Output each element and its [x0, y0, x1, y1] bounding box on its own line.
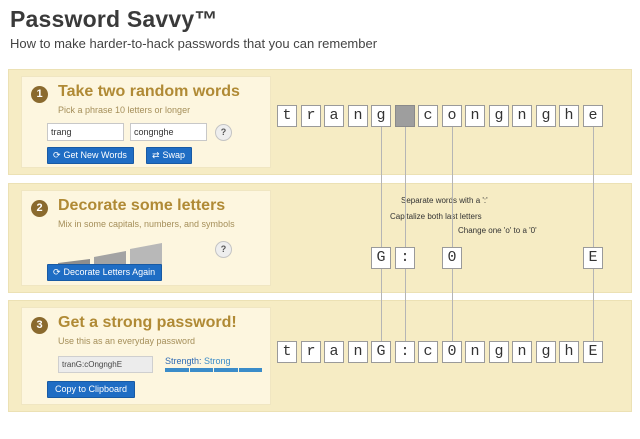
decorate-again-button[interactable]: ⟳ Decorate Letters Again	[47, 264, 163, 281]
step1-hint: Pick a phrase 10 letters or longer	[58, 105, 191, 115]
refresh-icon: ⟳	[53, 267, 61, 277]
get-new-words-label: Get New Words	[63, 150, 127, 160]
complexity-ramp-graphic	[58, 243, 162, 265]
step2-card: 2 Decorate some letters Mix in some capi…	[21, 190, 271, 286]
step2-title: Decorate some letters	[58, 197, 226, 214]
ramp-step-3	[130, 243, 162, 265]
refresh-icon: ⟳	[53, 150, 61, 160]
first-word-input[interactable]	[47, 123, 124, 141]
step2-hint: Mix in some capitals, numbers, and symbo…	[58, 219, 235, 229]
strength-value: Strong	[204, 356, 231, 366]
step1-title: Take two random words	[58, 83, 240, 100]
step3-hint: Use this as an everyday password	[58, 336, 196, 346]
header: Password Savvy™ How to make harder-to-ha…	[10, 6, 377, 51]
step3-section: 3 Get a strong password! Use this as an …	[8, 300, 632, 412]
strength-segment	[165, 368, 189, 372]
step1-help-button[interactable]: ?	[215, 124, 232, 141]
password-output[interactable]: tranG:cOngnghE	[58, 356, 153, 373]
step1-card: 1 Take two random words Pick a phrase 10…	[21, 76, 271, 168]
second-word-input[interactable]	[130, 123, 207, 141]
step2-number: 2	[31, 200, 48, 217]
strength-meter	[165, 368, 262, 372]
ramp-step-2	[94, 251, 126, 265]
strength-key: Strength:	[165, 356, 202, 366]
step3-title: Get a strong password!	[58, 314, 237, 331]
strength-segment	[189, 368, 213, 372]
strength-segment	[214, 368, 238, 372]
step2-help-button[interactable]: ?	[215, 241, 232, 258]
strength-label: Strength: Strong	[165, 356, 231, 366]
step2-section: 2 Decorate some letters Mix in some capi…	[8, 183, 632, 293]
copy-to-clipboard-button[interactable]: Copy to Clipboard	[47, 381, 136, 398]
strength-segment	[238, 368, 262, 372]
app-subtitle: How to make harder-to-hack passwords tha…	[10, 36, 378, 51]
app-title: Password Savvy™	[10, 6, 218, 32]
swap-label: Swap	[162, 150, 186, 160]
step3-card: 3 Get a strong password! Use this as an …	[21, 307, 271, 405]
step1-section: 1 Take two random words Pick a phrase 10…	[8, 69, 632, 175]
step3-number: 3	[31, 317, 48, 334]
swap-icon: ⇄	[152, 150, 160, 160]
get-new-words-button[interactable]: ⟳ Get New Words	[47, 147, 134, 164]
swap-button[interactable]: ⇄ Swap	[146, 147, 193, 164]
step1-number: 1	[31, 86, 48, 103]
decorate-again-label: Decorate Letters Again	[63, 267, 156, 277]
